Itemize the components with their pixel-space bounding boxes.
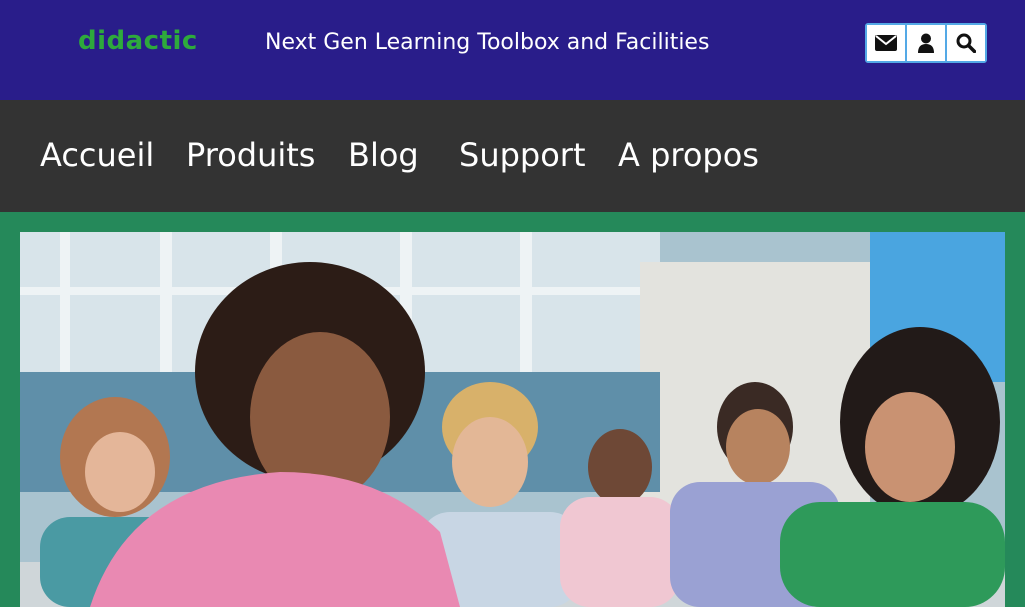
nav-item-support[interactable]: Support (459, 136, 586, 174)
contact-button[interactable] (867, 25, 905, 61)
nav-item-produits[interactable]: Produits (186, 136, 315, 174)
header-icon-group (865, 23, 987, 63)
search-icon (956, 33, 976, 53)
site-tagline: Next Gen Learning Toolbox and Facilities (265, 30, 710, 55)
site-logo[interactable]: didactic (78, 26, 198, 56)
top-header: didactic Next Gen Learning Toolbox and F… (0, 0, 1025, 100)
envelope-icon (875, 35, 897, 51)
nav-item-accueil[interactable]: Accueil (40, 136, 154, 174)
user-icon (918, 33, 934, 53)
hero-image (20, 232, 1005, 607)
nav-item-a-propos[interactable]: A propos (618, 136, 759, 174)
main-navigation: Accueil Produits Blog Support A propos (0, 100, 1025, 212)
nav-item-blog[interactable]: Blog (348, 136, 419, 174)
search-button[interactable] (947, 25, 985, 61)
account-button[interactable] (907, 25, 945, 61)
